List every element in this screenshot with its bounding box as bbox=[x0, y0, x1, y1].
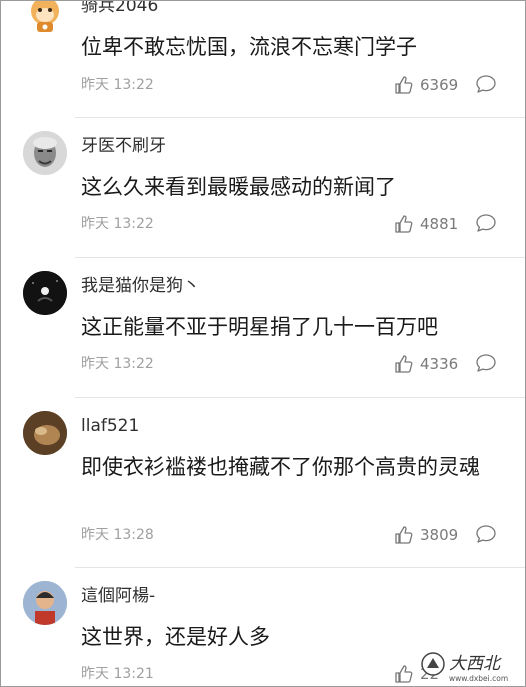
divider bbox=[75, 567, 525, 568]
comment-bubble-icon[interactable] bbox=[475, 74, 497, 94]
divider bbox=[75, 117, 525, 118]
divider bbox=[75, 397, 525, 398]
like-count: 3809 bbox=[420, 526, 459, 544]
thumbs-up-icon[interactable] bbox=[394, 664, 414, 684]
thumbs-up-icon[interactable] bbox=[394, 75, 414, 95]
comment-bubble-icon[interactable] bbox=[475, 353, 497, 373]
like-count: 6369 bbox=[420, 76, 459, 94]
comment-text: 位卑不敢忘忧国，流浪不忘寒门学子 bbox=[81, 35, 417, 59]
comment-bubble-icon[interactable] bbox=[475, 213, 497, 233]
watermark-url: www.dxbei.com bbox=[449, 674, 508, 683]
comment-username[interactable]: 這個阿楊- bbox=[81, 586, 155, 606]
avatar[interactable] bbox=[23, 1, 67, 35]
comment-username[interactable]: 牙医不刷牙 bbox=[81, 136, 166, 156]
comment-text: 即使衣衫褴褛也掩藏不了你那个高贵的灵魂 bbox=[81, 455, 480, 479]
comment-time: 昨天 13:28 bbox=[81, 527, 154, 543]
divider bbox=[75, 257, 525, 258]
comment-list: 骑兵2046 位卑不敢忘忧国，流浪不忘寒门学子 昨天 13:22 6369 牙医… bbox=[0, 0, 526, 687]
comment-bubble-icon[interactable] bbox=[475, 524, 497, 544]
watermark-logo-text: 大西北 bbox=[449, 654, 502, 674]
site-watermark: 大西北 www.dxbei.com bbox=[419, 648, 519, 684]
comment-text: 这正能量不亚于明星捐了几十一百万吧 bbox=[81, 315, 438, 339]
like-count: 4336 bbox=[420, 355, 459, 373]
comment-time: 昨天 13:22 bbox=[81, 216, 154, 232]
comment-username[interactable]: llaf521 bbox=[81, 416, 139, 436]
thumbs-up-icon[interactable] bbox=[394, 525, 414, 545]
comment-time: 昨天 13:22 bbox=[81, 77, 154, 93]
avatar[interactable] bbox=[23, 131, 67, 175]
comment-text: 这么久来看到最暖最感动的新闻了 bbox=[81, 175, 396, 199]
avatar[interactable] bbox=[23, 411, 67, 455]
comment-username[interactable]: 我是猫你是狗丶 bbox=[81, 276, 200, 296]
like-count: 4881 bbox=[420, 215, 459, 233]
thumbs-up-icon[interactable] bbox=[394, 214, 414, 234]
thumbs-up-icon[interactable] bbox=[394, 354, 414, 374]
comment-time: 昨天 13:22 bbox=[81, 356, 154, 372]
avatar[interactable] bbox=[23, 271, 67, 315]
comment-username[interactable]: 骑兵2046 bbox=[81, 1, 158, 16]
comment-time: 昨天 13:21 bbox=[81, 666, 154, 682]
avatar[interactable] bbox=[23, 581, 67, 625]
